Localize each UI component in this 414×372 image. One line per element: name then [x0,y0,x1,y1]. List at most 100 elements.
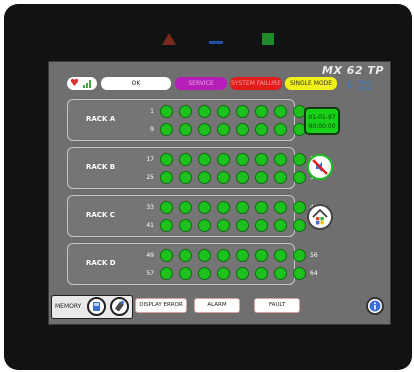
zone-indicator[interactable] [160,123,173,136]
zone-indicator[interactable] [160,219,173,232]
zone-indicator[interactable] [274,123,287,136]
zone-indicator[interactable] [179,201,192,214]
zone-indicator[interactable] [255,171,268,184]
zone-indicator[interactable] [293,153,306,166]
touch-screen: MX 62 TP ⚸ Touch Panel ♥ OK SERVICE SYST… [48,61,391,325]
zone-indicator[interactable] [293,267,306,280]
fault-button[interactable]: FAULT [254,298,300,313]
zone-indicator[interactable] [217,201,230,214]
zone-indicator[interactable] [236,153,249,166]
zone-indicator[interactable] [255,249,268,262]
zone-indicator[interactable] [236,171,249,184]
row-start-number: 41 [146,222,154,229]
rack-panel-d[interactable]: RACK D 49 56 57 64 [67,243,318,285]
zone-indicator[interactable] [274,201,287,214]
alarm-button[interactable]: ALARM [194,298,240,313]
touch-panel-logo: ⚸ Touch Panel [346,80,386,94]
zone-indicator[interactable] [255,219,268,232]
memory-label: MEMORY [55,303,82,310]
info-icon [369,300,381,312]
zone-indicator[interactable] [198,267,211,280]
zone-indicator[interactable] [255,105,268,118]
mute-button[interactable] [307,154,333,180]
zone-indicator[interactable] [179,153,192,166]
zone-indicator[interactable] [160,105,173,118]
zone-indicator[interactable] [160,171,173,184]
zone-indicator[interactable] [160,267,173,280]
row-start-number: 25 [146,174,154,181]
zone-indicator[interactable] [236,123,249,136]
zone-indicator[interactable] [274,219,287,232]
rack-label: RACK B [86,163,116,171]
zone-indicator[interactable] [255,153,268,166]
zone-indicator[interactable] [293,171,306,184]
zone-indicator[interactable] [217,249,230,262]
home-button[interactable] [307,204,333,230]
zone-indicator[interactable] [274,171,287,184]
zone-indicator[interactable] [198,171,211,184]
usb-icon [115,300,125,312]
zone-indicator[interactable] [293,219,306,232]
signal-icon [83,80,93,88]
zone-indicator[interactable] [217,267,230,280]
home-icon [312,208,328,225]
zone-indicator[interactable] [217,123,230,136]
row-start-number: 33 [146,204,154,211]
zone-indicator[interactable] [160,201,173,214]
zone-indicator[interactable] [179,249,192,262]
zone-indicator[interactable] [198,123,211,136]
status-system-failure: SYSTEM FAILURE [230,77,282,90]
rack-panel-a[interactable]: RACK A 1 8 9 16 [67,99,318,141]
rack-panel-c[interactable]: RACK C 33 40 41 48 [67,195,318,237]
bottom-toolbar: MEMORY DISPLAY ERROR ALARM FAULT [49,293,390,324]
zone-indicator[interactable] [198,201,211,214]
zone-indicator[interactable] [293,201,306,214]
zone-indicator[interactable] [160,249,173,262]
row-start-number: 9 [150,126,154,133]
zone-indicator[interactable] [274,153,287,166]
zone-indicator[interactable] [198,219,211,232]
touch-panel-icon: ⚸ [346,80,354,91]
zone-indicator[interactable] [217,219,230,232]
row-end-number: 64 [310,270,318,277]
zone-indicator[interactable] [236,249,249,262]
alarm-led [162,33,176,45]
usb-button[interactable] [110,297,129,316]
memory-card-button[interactable] [87,297,106,316]
zone-indicator[interactable] [274,267,287,280]
zone-indicator[interactable] [198,105,211,118]
zone-indicator[interactable] [179,267,192,280]
zone-indicator[interactable] [236,267,249,280]
zone-indicator[interactable] [179,171,192,184]
zone-indicator[interactable] [179,105,192,118]
zone-indicator[interactable] [179,123,192,136]
zone-indicator[interactable] [274,249,287,262]
zone-indicator[interactable] [217,105,230,118]
status-single-mode: SINGLE MODE [285,77,337,90]
zone-indicator[interactable] [236,105,249,118]
zone-indicator[interactable] [179,219,192,232]
device-bezel: MX 62 TP ⚸ Touch Panel ♥ OK SERVICE SYST… [4,4,412,370]
zone-indicator[interactable] [198,249,211,262]
zone-indicator[interactable] [198,153,211,166]
zone-indicator[interactable] [255,123,268,136]
datetime-button[interactable]: 01-01-97 00:00:00 [304,107,340,135]
zone-indicator[interactable] [217,153,230,166]
zone-indicator[interactable] [255,201,268,214]
zone-indicator[interactable] [255,267,268,280]
zone-indicator[interactable] [236,219,249,232]
zone-indicator[interactable] [160,153,173,166]
logo-text-line2: Panel [358,86,372,92]
row-start-number: 57 [146,270,154,277]
display-error-button[interactable]: DISPLAY ERROR [135,298,187,313]
zone-indicator[interactable] [293,249,306,262]
rack-label: RACK C [86,211,115,219]
zone-indicator[interactable] [274,105,287,118]
row-start-number: 49 [146,252,154,259]
row-end-number: 56 [310,252,318,259]
info-button[interactable] [366,297,384,315]
zone-indicator[interactable] [217,171,230,184]
row-start-number: 17 [146,156,154,163]
zone-indicator[interactable] [236,201,249,214]
rack-panel-b[interactable]: RACK B 17 24 25 32 [67,147,318,189]
